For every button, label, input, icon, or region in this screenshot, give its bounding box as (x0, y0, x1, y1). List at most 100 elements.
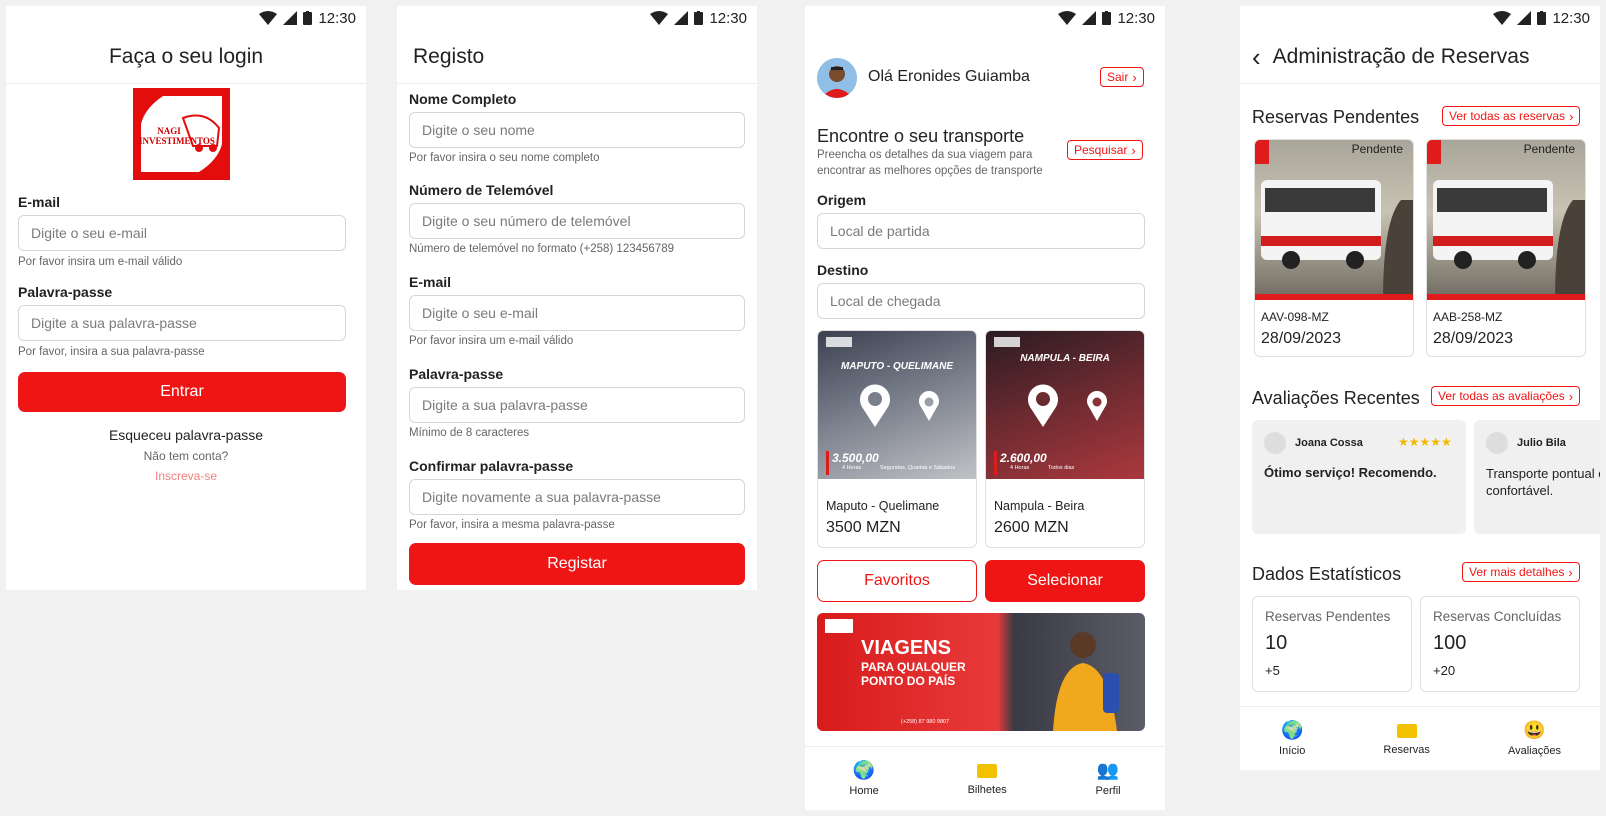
nav-tickets[interactable]: Bilhetes (968, 762, 1007, 796)
reviewer-avatar (1486, 432, 1508, 454)
banner-price: 3.500,00 (832, 451, 879, 465)
route-name: Maputo - Quelimane (826, 499, 940, 513)
reviewer-name: Joana Cossa (1295, 437, 1363, 449)
phone-help: Número de telemóvel no formato (+258) 12… (409, 243, 674, 255)
bus-photo: Pendente (1255, 140, 1413, 300)
chevron-right-icon: › (1132, 69, 1137, 85)
page-title: Administração de Reservas (1272, 44, 1530, 68)
location-pin-icon (1087, 391, 1107, 421)
view-more-details-button[interactable]: Ver mais detalhes › (1462, 562, 1580, 582)
stat-card: Reservas Pendentes 10 +5 (1252, 596, 1412, 692)
page-title: Registo (413, 44, 485, 68)
register-screen: 12:30 Registo Nome Completo Digite o seu… (397, 6, 757, 590)
stat-delta: +20 (1433, 663, 1456, 678)
password-help: Por favor, insira a sua palavra-passe (18, 346, 205, 358)
status-bar: 12:30 (1240, 6, 1600, 30)
reservation-card[interactable]: Pendente AAB-258-MZ 28/09/2023 (1426, 139, 1586, 357)
status-time: 12:30 (1117, 9, 1155, 27)
nav-home[interactable]: 🌍 Início (1279, 720, 1305, 757)
route-name: Nampula - Beira (994, 499, 1085, 513)
nav-tickets-label: Bilhetes (967, 783, 1007, 796)
password-input[interactable]: Digite a sua palavra-passe (409, 387, 745, 423)
nav-reviews-label: Avaliações (1507, 745, 1561, 757)
traveler-figure (1053, 632, 1119, 731)
view-all-reservations-label: Ver todas as reservas (1449, 109, 1566, 123)
destination-input[interactable]: Local de chegada (817, 283, 1145, 319)
promo-subtitle: PARA QUALQUER (861, 660, 966, 674)
battery-icon (303, 11, 313, 25)
signal-icon (1082, 11, 1097, 25)
banner-days: Segundas, Quartas e Sábados (880, 465, 956, 471)
reservation-status-badge: Pendente (1523, 142, 1575, 156)
reservation-date: 28/09/2023 (1433, 330, 1514, 347)
app-bar: ‹ Administração de Reservas (1240, 30, 1600, 84)
stat-delta: +5 (1265, 663, 1280, 678)
select-button[interactable]: Selecionar (985, 560, 1145, 602)
name-input[interactable]: Digite o seu nome (409, 112, 745, 148)
nav-profile[interactable]: 👥 Perfil (1096, 760, 1121, 797)
company-logo-mini (826, 337, 852, 347)
origin-label: Origem (817, 192, 867, 208)
view-all-reviews-button[interactable]: Ver todas as avaliações › (1431, 386, 1581, 406)
login-button[interactable]: Entrar (18, 372, 346, 412)
stats-section-title: Dados Estatísticos (1252, 564, 1402, 584)
reservation-plate: AAB-258-MZ (1433, 310, 1503, 324)
stat-card: Reservas Concluídas 100 +20 (1420, 596, 1580, 692)
email-label: E-mail (18, 194, 61, 210)
nav-reviews[interactable]: 😃 Avaliações (1508, 720, 1561, 757)
reviewer-name: Julio Bila (1517, 437, 1566, 449)
logout-label: Sair (1107, 70, 1129, 84)
signal-icon (1517, 11, 1532, 25)
confirm-password-input[interactable]: Digite novamente a sua palavra-passe (409, 479, 745, 515)
nav-reservations[interactable]: Reservas (1383, 722, 1430, 756)
favorites-button[interactable]: Favoritos (817, 560, 977, 602)
signal-icon (674, 11, 689, 25)
view-all-reservations-button[interactable]: Ver todas as reservas › (1442, 106, 1581, 126)
destination-label: Destino (817, 262, 869, 278)
review-card[interactable]: Joana Cossa ★★★★★ Ótimo serviço! Recomen… (1252, 420, 1466, 534)
email-input[interactable]: Digite o seu e-mail (18, 215, 346, 251)
reservation-status-badge: Pendente (1351, 142, 1403, 156)
signup-link[interactable]: Inscreva-se (6, 469, 366, 483)
phone-input[interactable]: Digite o seu número de telemóvel (409, 203, 745, 239)
red-corner-logo (1427, 140, 1441, 164)
red-corner-logo (1255, 140, 1269, 164)
route-banner: NAMPULA - BEIRA 2.600,00 4 Horas Todos d… (986, 331, 1144, 491)
bus-photo: Pendente (1427, 140, 1585, 300)
review-card[interactable]: Julio Bila Transporte pontual e confortá… (1474, 420, 1600, 534)
company-logo-mini (825, 619, 853, 633)
banner-red-stripe (994, 451, 997, 475)
banner-title: NAMPULA - BEIRA (1020, 353, 1110, 364)
reservation-date: 28/09/2023 (1261, 330, 1342, 347)
battery-icon (1537, 11, 1547, 25)
email-label: E-mail (409, 274, 452, 290)
back-arrow-icon[interactable]: ‹ (1252, 44, 1261, 70)
forgot-password-link[interactable]: Esqueceu palavra-passe (6, 427, 366, 443)
battery-icon (1102, 11, 1112, 25)
reservation-card[interactable]: Pendente AAV-098-MZ 28/09/2023 (1254, 139, 1414, 357)
register-button[interactable]: Registar (409, 543, 745, 585)
home-screen: 12:30 Olá Eronides Guiamba Sair › Encontr… (805, 6, 1165, 810)
route-card[interactable]: MAPUTO - QUELIMANE 3.500,00 4 Horas Segu… (817, 330, 977, 548)
promo-banner[interactable]: VIAGENS PARA QUALQUER PONTO DO PAÍS (+25… (817, 613, 1145, 731)
email-input[interactable]: Digite o seu e-mail (409, 295, 745, 331)
logout-button[interactable]: Sair › (1100, 67, 1144, 87)
location-pin-icon (860, 384, 890, 427)
promo-subtitle-2: PONTO DO PAÍS (861, 674, 956, 688)
route-card[interactable]: NAMPULA - BEIRA 2.600,00 4 Horas Todos d… (985, 330, 1145, 548)
no-account-text: Não tem conta? (143, 449, 229, 463)
password-input[interactable]: Digite a sua palavra-passe (18, 305, 346, 341)
chevron-right-icon: › (1131, 142, 1136, 158)
banner-duration: 4 Horas (1010, 465, 1030, 471)
login-screen: 12:30 Faça o seu login Nagi Investimento… (6, 6, 366, 590)
stat-label: Reservas Concluídas (1433, 609, 1562, 624)
wifi-icon (650, 11, 669, 25)
battery-icon (694, 11, 704, 25)
globe-icon: 🌍 (1280, 720, 1304, 740)
find-title: Encontre o seu transporte (817, 126, 1025, 146)
search-button[interactable]: Pesquisar › (1067, 140, 1143, 160)
banner-price: 2.600,00 (1000, 451, 1047, 465)
wifi-icon (1493, 11, 1512, 25)
nav-home[interactable]: 🌍 Home (849, 760, 878, 797)
origin-input[interactable]: Local de partida (817, 213, 1145, 249)
